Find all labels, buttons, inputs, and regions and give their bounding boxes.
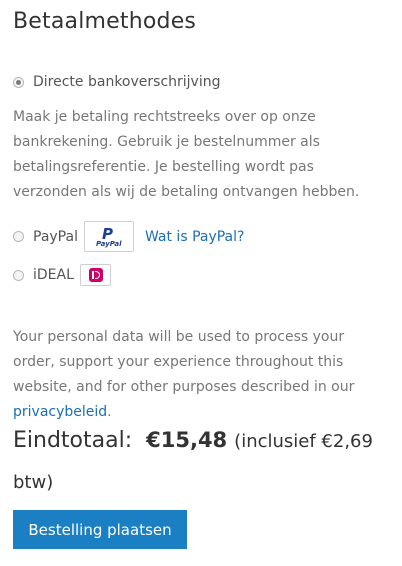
what-is-paypal-link[interactable]: Wat is PayPal?	[145, 229, 245, 245]
page-title: Betaalmethodes	[13, 9, 197, 34]
paypal-label[interactable]: PayPal	[33, 229, 78, 245]
paypal-radio[interactable]	[13, 231, 24, 242]
privacy-suffix: .	[107, 404, 112, 420]
payment-option-ideal[interactable]: iDEAL	[13, 264, 111, 286]
bank-description: Maak je betaling rechtstreeks over op on…	[13, 109, 360, 200]
ideal-logo-icon	[79, 264, 111, 286]
ideal-radio[interactable]	[13, 269, 24, 281]
privacy-policy-link[interactable]: privacybeleid	[13, 404, 107, 420]
place-order-button[interactable]: Bestelling plaatsen	[13, 510, 187, 549]
payment-option-paypal[interactable]: PayPal P PayPal Wat is PayPal?	[13, 221, 244, 252]
total-label: Eindtotaal:	[13, 428, 133, 453]
payment-option-bank[interactable]: Directe bankoverschrijving	[13, 74, 220, 90]
ideal-mark-icon	[88, 268, 103, 282]
ideal-label[interactable]: iDEAL	[33, 267, 74, 283]
privacy-notice: Your personal data will be used to proce…	[13, 325, 388, 425]
paypal-logo-icon: P PayPal	[83, 221, 134, 252]
order-total: Eindtotaal: €15,48 (inclusief €2,69 btw)	[13, 420, 393, 503]
privacy-text: Your personal data will be used to proce…	[13, 329, 355, 395]
total-amount: €15,48	[146, 428, 228, 452]
bank-radio[interactable]	[13, 76, 24, 88]
paypal-logo-text: PayPal	[95, 240, 122, 248]
bank-label[interactable]: Directe bankoverschrijving	[33, 74, 220, 90]
